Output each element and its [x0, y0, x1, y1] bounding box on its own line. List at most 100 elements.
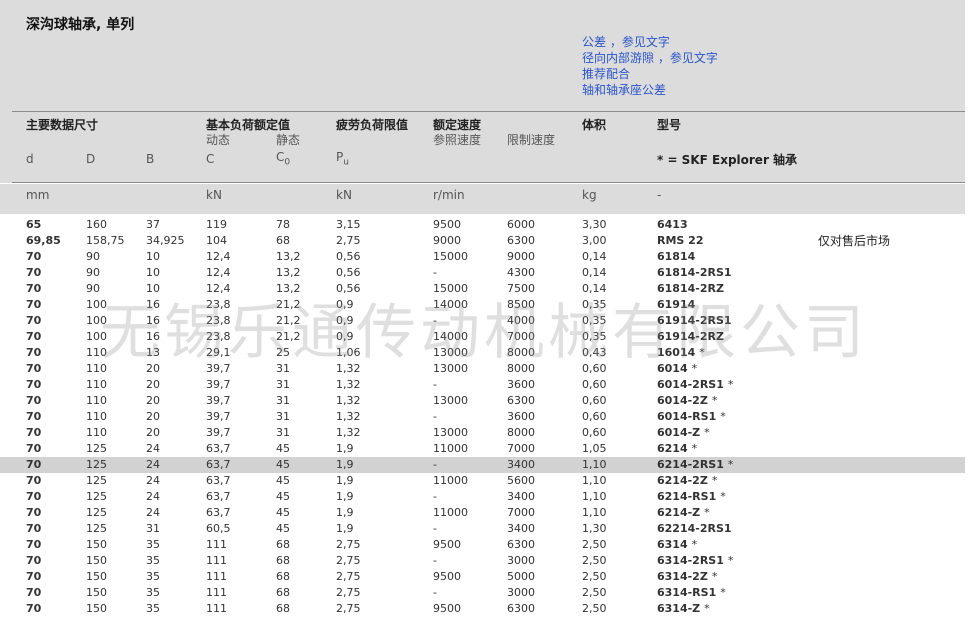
cell-limiting-speed: 3000 — [507, 554, 535, 567]
table-row[interactable]: 70 100 16 23,8 21,2 0,9 - 4000 0,35 61914-2RS1 — [0, 313, 965, 329]
cell-mass: 2,50 — [582, 602, 607, 615]
cell-designation[interactable]: RMS 22 — [657, 233, 703, 249]
cell-dynamic-load: 29,1 — [206, 346, 231, 359]
cell-designation[interactable]: 61814 — [657, 249, 695, 265]
cell-outer-d: 110 — [86, 394, 107, 407]
cell-designation[interactable]: 61914-2RZ — [657, 329, 724, 345]
cell-designation[interactable]: 6214-2RS1 * — [657, 457, 733, 473]
cell-outer-d: 125 — [86, 522, 107, 535]
link-tolerance[interactable]: 公差 ，参见文字 — [582, 34, 718, 50]
table-row[interactable]: 69,85 158,75 34,925 104 68 2,75 9000 6300 3,00 RM… — [0, 233, 965, 249]
cell-designation[interactable]: 6214-Z * — [657, 505, 710, 521]
table-row[interactable]: 70 100 16 23,8 21,2 0,9 14000 7000 0,35 61914-2RZ — [0, 329, 965, 345]
table-row[interactable]: 70 100 16 23,8 21,2 0,9 14000 8500 0,35 61914 — [0, 297, 965, 313]
table-row[interactable]: 70 125 24 63,7 45 1,9 11000 5600 1,10 6214-2Z * — [0, 473, 965, 489]
table-row[interactable]: 70 110 20 39,7 31 1,32 13000 8000 0,60 6014 * — [0, 361, 965, 377]
table-row[interactable]: 70 150 35 111 68 2,75 9500 6300 2,50 6314-Z * — [0, 601, 965, 617]
cell-fatigue-limit: 1,06 — [336, 346, 361, 359]
table-row[interactable]: 70 110 20 39,7 31 1,32 13000 8000 0,60 6014-Z * — [0, 425, 965, 441]
table-row[interactable]: 70 110 20 39,7 31 1,32 - 3600 0,60 6014-RS1 * — [0, 409, 965, 425]
cell-mass: 0,14 — [582, 282, 607, 295]
cell-dynamic-load: 119 — [206, 218, 227, 231]
link-shaft-housing-tolerance[interactable]: 轴和轴承座公差 — [582, 82, 718, 98]
cell-designation[interactable]: 6014-2Z * — [657, 393, 717, 409]
table-row[interactable]: 70 125 24 63,7 45 1,9 11000 7000 1,10 6214-Z * — [0, 505, 965, 521]
cell-designation[interactable]: 6413 — [657, 217, 688, 233]
table-row[interactable]: 70 110 20 39,7 31 1,32 13000 6300 0,60 6014-2Z * — [0, 393, 965, 409]
cell-dynamic-load: 104 — [206, 234, 227, 247]
cell-reference-speed: 13000 — [433, 394, 468, 407]
table-row[interactable]: 70 125 24 63,7 45 1,9 - 3400 1,10 6214-2RS1 * — [0, 457, 965, 473]
link-radial-clearance[interactable]: 径向内部游隙 ，参见文字 — [582, 50, 718, 66]
symbol-C: C — [206, 152, 215, 166]
cell-reference-speed: 9500 — [433, 570, 461, 583]
cell-outer-d: 150 — [86, 538, 107, 551]
cell-static-load: 78 — [276, 218, 290, 231]
explorer-star: * — [727, 554, 734, 567]
cell-designation[interactable]: 6014-RS1 * — [657, 409, 726, 425]
table-row[interactable]: 70 150 35 111 68 2,75 9500 6300 2,50 6314 * — [0, 537, 965, 553]
cell-designation[interactable]: 62214-2RS1 — [657, 521, 732, 537]
cell-limiting-speed: 3400 — [507, 522, 535, 535]
designation-text: 61914 — [657, 298, 696, 311]
symbol-Pu-sub: u — [343, 157, 349, 168]
cell-dynamic-load: 63,7 — [206, 506, 231, 519]
cell-designation[interactable]: 61814-2RZ — [657, 281, 724, 297]
cell-designation[interactable]: 6014-Z * — [657, 425, 710, 441]
designation-text: 6014-2RS1 — [657, 378, 724, 391]
cell-designation[interactable]: 6314-2Z * — [657, 569, 717, 585]
cell-designation[interactable]: 6314 * — [657, 537, 697, 553]
table-row[interactable]: 70 125 24 63,7 45 1,9 11000 7000 1,05 6214 * — [0, 441, 965, 457]
cell-limiting-speed: 3600 — [507, 410, 535, 423]
table-row[interactable]: 70 110 13 29,1 25 1,06 13000 8000 0,43 16014 * — [0, 345, 965, 361]
cell-designation[interactable]: 6314-Z * — [657, 601, 710, 617]
cell-limiting-speed: 4000 — [507, 314, 535, 327]
cell-limiting-speed: 7500 — [507, 282, 535, 295]
table-row[interactable]: 70 150 35 111 68 2,75 - 3000 2,50 6314-RS1 * — [0, 585, 965, 601]
cell-d: 70 — [26, 378, 42, 391]
table-row[interactable]: 70 125 24 63,7 45 1,9 - 3400 1,10 6214-RS1 * — [0, 489, 965, 505]
page-title: 深沟球轴承, 单列 — [26, 17, 135, 33]
cell-d: 65 — [26, 218, 42, 231]
cell-d: 70 — [26, 538, 42, 551]
cell-designation[interactable]: 6314-RS1 * — [657, 585, 726, 601]
cell-designation[interactable]: 61914-2RS1 — [657, 313, 732, 329]
cell-designation[interactable]: 6214 * — [657, 441, 697, 457]
symbol-Pu: Pu — [336, 150, 349, 167]
explorer-note: * = SKF Explorer 轴承 — [657, 153, 798, 167]
table-row[interactable]: 70 90 10 12,4 13,2 0,56 15000 7500 0,14 61814-2RZ — [0, 281, 965, 297]
table-row[interactable]: 70 90 10 12,4 13,2 0,56 15000 9000 0,14 61814 — [0, 249, 965, 265]
cell-reference-speed: - — [433, 522, 437, 535]
cell-width: 16 — [146, 330, 160, 343]
table-row[interactable]: 70 150 35 111 68 2,75 - 3000 2,50 6314-2RS1 * — [0, 553, 965, 569]
cell-mass: 3,00 — [582, 234, 607, 247]
cell-mass: 0,14 — [582, 266, 607, 279]
cell-designation[interactable]: 6214-2Z * — [657, 473, 717, 489]
cell-designation[interactable]: 61814-2RS1 — [657, 265, 732, 281]
cell-designation[interactable]: 6014-2RS1 * — [657, 377, 733, 393]
link-recommended-fits[interactable]: 推荐配合 — [582, 66, 718, 82]
cell-width: 20 — [146, 394, 160, 407]
divider — [12, 182, 965, 183]
header-fatigue-limit: 疲劳负荷限值 — [336, 118, 409, 132]
designation-text: 6314-Z — [657, 602, 701, 615]
table-row[interactable]: 70 90 10 12,4 13,2 0,56 - 4300 0,14 61814-2RS1 — [0, 265, 965, 281]
designation-text: 61914-2RZ — [657, 330, 724, 343]
cell-mass: 0,35 — [582, 330, 607, 343]
table-row[interactable]: 65 160 37 119 78 3,15 9500 6000 3,30 6413 — [0, 217, 965, 233]
cell-mass: 1,30 — [582, 522, 607, 535]
cell-outer-d: 125 — [86, 506, 107, 519]
cell-designation[interactable]: 16014 * — [657, 345, 705, 361]
cell-designation[interactable]: 6314-2RS1 * — [657, 553, 733, 569]
cell-reference-speed: 14000 — [433, 298, 468, 311]
designation-text: 6014-2Z — [657, 394, 708, 407]
cell-outer-d: 90 — [86, 250, 100, 263]
cell-mass: 0,43 — [582, 346, 607, 359]
symbol-C0: C0 — [276, 150, 290, 167]
cell-designation[interactable]: 6014 * — [657, 361, 697, 377]
cell-designation[interactable]: 6214-RS1 * — [657, 489, 726, 505]
table-row[interactable]: 70 150 35 111 68 2,75 9500 5000 2,50 6314-2Z * — [0, 569, 965, 585]
table-row[interactable]: 70 110 20 39,7 31 1,32 - 3600 0,60 6014-2RS1 * — [0, 377, 965, 393]
table-row[interactable]: 70 125 31 60,5 45 1,9 - 3400 1,30 62214-2RS1 — [0, 521, 965, 537]
cell-designation[interactable]: 61914 — [657, 297, 695, 313]
